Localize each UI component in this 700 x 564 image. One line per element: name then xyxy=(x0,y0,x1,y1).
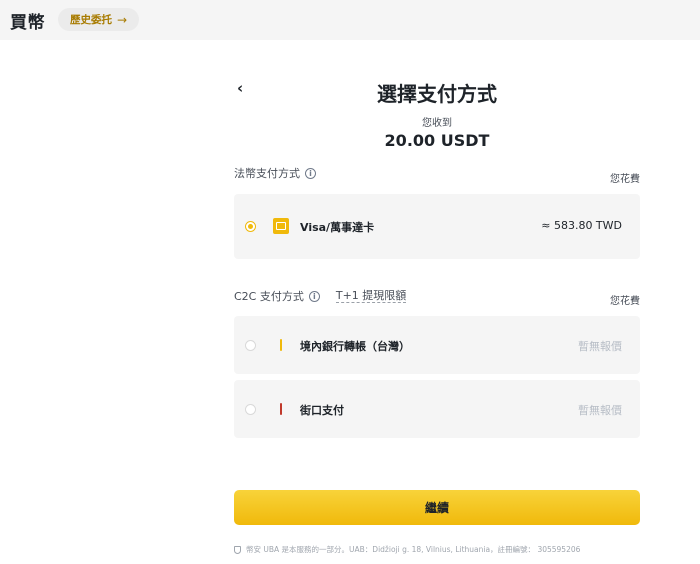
shield-icon xyxy=(234,545,241,554)
payment-option-label: Visa/萬事達卡 xyxy=(300,221,375,234)
credit-card-icon xyxy=(273,218,289,234)
continue-button[interactable]: 繼續 xyxy=(234,490,640,525)
payment-option-label: 街口支付 xyxy=(300,404,344,417)
c2c-spend-label: 您花費 xyxy=(610,296,640,307)
fiat-section-header: 法幣支付方式 i xyxy=(234,164,640,182)
radio-button[interactable] xyxy=(245,404,256,415)
payment-option-price: 暫無報價 xyxy=(578,404,622,417)
payment-option-visa[interactable]: Visa/萬事達卡 ≈ 583.80 TWD xyxy=(234,194,640,259)
payment-option-bank-transfer[interactable]: 境內銀行轉帳（台灣） 暫無報價 xyxy=(234,316,640,374)
info-icon[interactable]: i xyxy=(308,290,320,302)
radio-button-selected[interactable] xyxy=(245,221,256,232)
footer-text: 幣安 UBA 是本服務的一部分。UAB：Didžioji g. 18, Viln… xyxy=(246,545,581,554)
fiat-section-label: 法幣支付方式 xyxy=(234,167,300,180)
payment-option-label: 境內銀行轉帳（台灣） xyxy=(300,340,410,353)
c2c-section-label: C2C 支付方式 xyxy=(234,290,304,303)
fiat-spend-label: 您花費 xyxy=(610,174,640,185)
payment-bar-icon xyxy=(280,403,282,415)
c2c-section-header: C2C 支付方式 i T+1 提現限額 xyxy=(234,287,640,305)
payment-option-price: ≈ 583.80 TWD xyxy=(541,219,622,232)
order-history-button[interactable]: 歷史委托 → xyxy=(58,8,140,31)
payment-option-jkopay[interactable]: 街口支付 暫無報價 xyxy=(234,380,640,438)
payment-option-price: 暫無報價 xyxy=(578,340,622,353)
receive-label: 您收到 xyxy=(422,118,452,129)
page-heading: 買幣 xyxy=(10,13,45,33)
payment-bar-icon xyxy=(280,339,282,351)
radio-button[interactable] xyxy=(245,340,256,351)
receive-amount: 20.00 USDT xyxy=(384,131,490,150)
withdrawal-limit-link[interactable]: T+1 提現限額 xyxy=(335,289,407,303)
footer-disclaimer: 幣安 UBA 是本服務的一部分。UAB：Didžioji g. 18, Viln… xyxy=(234,544,580,555)
arrow-right-icon: → xyxy=(117,12,128,27)
info-icon[interactable]: i xyxy=(305,167,316,179)
page-title: 選擇支付方式 xyxy=(377,82,497,106)
order-history-label: 歷史委托 xyxy=(70,14,112,26)
